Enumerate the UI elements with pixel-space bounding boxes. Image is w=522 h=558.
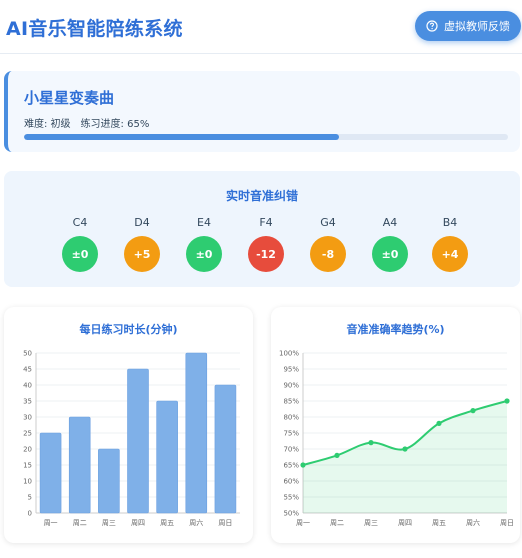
bar bbox=[127, 368, 149, 514]
x-tick-label: 周五 bbox=[432, 519, 446, 527]
x-tick-label: 周一 bbox=[296, 519, 310, 527]
y-tick-label: 30 bbox=[23, 414, 32, 422]
note-e4: E4 ±0 bbox=[184, 216, 224, 272]
y-tick-label: 95% bbox=[283, 366, 299, 374]
accuracy-chart-card: 音准准确率趋势(%) 50% 55% 60% 65% 70% 75% 80% 85% 90% 95… bbox=[271, 307, 520, 543]
song-card: 小星星变奏曲 难度: 初级 练习进度: 65% bbox=[4, 71, 520, 152]
y-tick-label: 50% bbox=[283, 510, 299, 518]
x-tick-label: 周六 bbox=[189, 518, 203, 527]
y-tick-label: 75% bbox=[283, 430, 299, 438]
note-deviation-badge: +5 bbox=[124, 236, 160, 272]
y-tick-label: 90% bbox=[283, 382, 299, 390]
note-name: B4 bbox=[442, 216, 458, 229]
bar bbox=[214, 384, 237, 514]
note-deviation-badge: +4 bbox=[432, 236, 468, 272]
y-tick-label: 65% bbox=[283, 462, 299, 470]
y-tick-label: 45 bbox=[23, 366, 32, 374]
x-tick-label: 周二 bbox=[330, 519, 344, 527]
y-tick-label: 5 bbox=[28, 494, 32, 502]
y-tick-label: 10 bbox=[23, 478, 32, 486]
bar bbox=[68, 416, 91, 514]
y-tick-label: 100% bbox=[279, 350, 299, 358]
x-tick-label: 周四 bbox=[131, 519, 145, 527]
bar bbox=[39, 432, 62, 514]
data-point bbox=[300, 462, 306, 468]
bar bbox=[98, 448, 120, 514]
note-name: A4 bbox=[382, 216, 398, 229]
y-tick-label: 80% bbox=[283, 414, 299, 422]
bar bbox=[185, 352, 208, 514]
data-point bbox=[470, 408, 476, 414]
x-tick-label: 周六 bbox=[466, 518, 480, 527]
note-deviation-badge: ±0 bbox=[62, 236, 98, 272]
note-f4: F4 -12 bbox=[246, 216, 286, 272]
teacher-feedback-button[interactable]: 虚拟教师反馈 bbox=[415, 11, 521, 41]
x-tick-label: 周日 bbox=[500, 519, 514, 527]
song-meta: 难度: 初级 练习进度: 65% bbox=[24, 115, 149, 130]
data-point bbox=[402, 446, 408, 452]
y-tick-label: 60% bbox=[283, 478, 299, 486]
y-tick-label: 85% bbox=[283, 398, 299, 406]
practice-progress-fill bbox=[24, 134, 339, 140]
practice-time-chart-card: 每日练习时长(分钟) 0 5 10 15 20 25 30 35 40 45 50 周一 周二 周三 周四周… bbox=[4, 307, 253, 543]
y-tick-label: 50 bbox=[23, 350, 32, 358]
song-difficulty: 难度: 初级 bbox=[24, 119, 71, 130]
data-point bbox=[368, 440, 374, 446]
note-name: D4 bbox=[134, 216, 150, 229]
pitch-correction-title: 实时音准纠错 bbox=[225, 189, 298, 203]
practice-progress-bar bbox=[24, 134, 508, 140]
song-progress-text: 练习进度: 65% bbox=[80, 119, 150, 130]
note-d4: D4 +5 bbox=[122, 216, 162, 272]
note-deviation-badge: ±0 bbox=[186, 236, 222, 272]
x-tick-label: 周三 bbox=[102, 519, 116, 527]
question-circle-icon bbox=[426, 20, 438, 32]
y-tick-label: 40 bbox=[23, 382, 32, 390]
data-point bbox=[504, 398, 510, 404]
note-a4: A4 ±0 bbox=[370, 216, 410, 272]
data-point bbox=[436, 420, 442, 426]
pitch-correction-card: 实时音准纠错 C4 ±0 D4 +5 E4 ±0 F4 -12 G4 -8 A4 ±0 B4 +4 bbox=[4, 171, 520, 287]
x-tick-label: 周二 bbox=[73, 519, 87, 527]
practice-time-bar-chart: 0 5 10 15 20 25 30 35 40 45 50 周一 周二 周三 周四 周五 周六 周日 bbox=[23, 350, 240, 527]
app-header: AI音乐智能陪练系统 虚拟教师反馈 bbox=[0, 0, 522, 54]
note-deviation-badge: ±0 bbox=[372, 236, 408, 272]
note-name: G4 bbox=[320, 216, 336, 229]
y-tick-label: 35 bbox=[23, 398, 32, 406]
bar bbox=[156, 400, 178, 514]
data-point bbox=[334, 452, 340, 458]
y-tick-label: 15 bbox=[23, 462, 32, 470]
x-tick-label: 周一 bbox=[44, 519, 58, 527]
x-tick-label: 周日 bbox=[218, 519, 232, 527]
note-c4: C4 ±0 bbox=[60, 216, 100, 272]
accuracy-line-chart: 50% 55% 60% 65% 70% 75% 80% 85% 90% 95% 100% 周一 周二 周三… bbox=[279, 350, 514, 528]
y-tick-label: 25 bbox=[23, 430, 32, 438]
y-tick-label: 0 bbox=[28, 510, 32, 518]
teacher-feedback-label: 虚拟教师反馈 bbox=[444, 20, 510, 33]
note-name: E4 bbox=[197, 216, 211, 229]
x-tick-label: 周三 bbox=[364, 519, 378, 527]
note-name: F4 bbox=[259, 216, 273, 229]
x-tick-label: 周五 bbox=[160, 519, 174, 527]
note-b4: B4 +4 bbox=[430, 216, 470, 272]
note-deviation-badge: -8 bbox=[310, 236, 346, 272]
y-tick-label: 70% bbox=[283, 446, 299, 454]
note-deviation-badge: -12 bbox=[248, 236, 284, 272]
note-name: C4 bbox=[72, 216, 88, 229]
y-tick-label: 55% bbox=[283, 494, 299, 502]
x-tick-label: 周四 bbox=[398, 519, 412, 527]
y-tick-label: 20 bbox=[23, 446, 32, 454]
app-title: AI音乐智能陪练系统 bbox=[6, 18, 183, 40]
note-g4: G4 -8 bbox=[308, 216, 348, 272]
song-title: 小星星变奏曲 bbox=[24, 89, 115, 107]
